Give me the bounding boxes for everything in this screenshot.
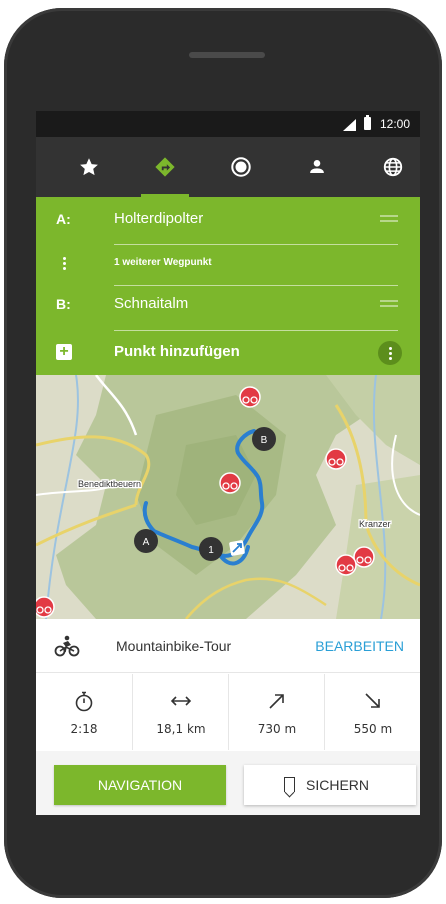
stat-distance: 18,1 km — [132, 674, 228, 750]
stat-ascent: 730 m — [228, 674, 324, 750]
mountainbike-icon — [54, 635, 80, 657]
drag-handle-icon[interactable] — [380, 215, 398, 222]
tour-type: Mountainbike-Tour — [116, 638, 232, 654]
end-point[interactable]: Schnaitalm — [114, 286, 188, 322]
poi-marker[interactable] — [353, 546, 375, 568]
route-marker-b[interactable]: B — [252, 427, 276, 451]
status-time: 12:00 — [380, 117, 411, 131]
save-label: SICHERN — [306, 777, 370, 793]
poi-marker[interactable] — [36, 596, 55, 618]
svg-text:B: B — [261, 435, 268, 446]
tour-header: Mountainbike-Tour BEARBEITEN — [36, 619, 420, 673]
map-view[interactable]: Benediktbeuern Kranzer A 1 B — [36, 375, 420, 619]
target-icon — [231, 157, 251, 177]
ascent-value: 730 m — [257, 722, 297, 736]
tour-stats: 2:18 18,1 km 730 m 550 m — [36, 674, 420, 750]
poi-marker[interactable] — [219, 472, 241, 494]
tab-tracking[interactable] — [203, 137, 279, 197]
distance-icon — [170, 696, 192, 706]
edit-button[interactable]: BEARBEITEN — [315, 619, 404, 673]
add-point-row[interactable]: + Punkt hinzufügen — [36, 334, 420, 370]
tour-card: Mountainbike-Tour BEARBEITEN 2:18 18,1 k… — [36, 619, 420, 815]
tab-explore[interactable] — [355, 137, 420, 197]
navigation-button[interactable]: NAVIGATION — [54, 765, 226, 805]
descent-value: 550 m — [353, 722, 393, 736]
drag-handle-icon[interactable] — [380, 300, 398, 307]
route-waypoint-row[interactable]: 1 weiterer Wegpunkt — [36, 245, 420, 281]
svg-text:1: 1 — [208, 545, 214, 556]
waypoints-icon — [63, 257, 67, 271]
route-panel: A: Holterdipolter 1 weiterer Wegpunkt B:… — [36, 197, 420, 375]
more-options-icon[interactable] — [378, 341, 402, 365]
waypoint-count: 1 weiterer Wegpunkt — [114, 257, 212, 268]
divider — [114, 330, 398, 331]
direction-arrow-icon — [229, 540, 245, 556]
route-marker-waypoint[interactable]: 1 — [199, 537, 223, 561]
tab-bar — [36, 137, 420, 197]
phone-speaker — [189, 52, 265, 58]
signal-icon — [343, 119, 356, 131]
route-icon — [155, 157, 175, 177]
tab-favorites[interactable] — [51, 137, 127, 197]
start-point[interactable]: Holterdipolter — [114, 201, 203, 237]
plus-icon: + — [56, 344, 72, 360]
route-start-row[interactable]: A: Holterdipolter — [36, 201, 420, 237]
add-point-button[interactable]: Punkt hinzufügen — [114, 334, 240, 370]
poi-marker[interactable] — [239, 386, 261, 408]
place-label-benediktbeuern: Benediktbeuern — [78, 479, 141, 489]
star-icon — [80, 158, 98, 176]
person-icon — [310, 160, 324, 173]
tab-profile[interactable] — [279, 137, 355, 197]
stat-descent: 550 m — [324, 674, 420, 750]
distance-value: 18,1 km — [156, 722, 206, 736]
map-canvas[interactable]: Benediktbeuern Kranzer A 1 B — [36, 375, 420, 619]
duration-value: 2:18 — [70, 722, 98, 736]
tab-route-planner[interactable] — [127, 137, 203, 197]
save-button[interactable]: SICHERN — [244, 765, 416, 805]
end-key: B: — [56, 296, 71, 312]
poi-marker[interactable] — [325, 448, 347, 470]
ascent-icon — [269, 694, 284, 709]
route-end-row[interactable]: B: Schnaitalm — [36, 286, 420, 322]
stat-duration: 2:18 — [36, 674, 132, 750]
battery-icon — [364, 115, 371, 130]
app-screen: 12:00 A: Holterdipolter 1 weiterer Wegpu… — [36, 111, 420, 815]
svg-text:A: A — [143, 537, 150, 548]
poi-marker[interactable] — [335, 554, 357, 576]
route-marker-a[interactable]: A — [134, 529, 158, 553]
bookmark-icon — [284, 777, 295, 792]
globe-icon — [383, 157, 403, 177]
status-bar: 12:00 — [36, 111, 420, 137]
phone-frame: 12:00 A: Holterdipolter 1 weiterer Wegpu… — [4, 8, 442, 898]
descent-icon — [365, 693, 380, 708]
start-key: A: — [56, 211, 71, 227]
action-bar: NAVIGATION SICHERN — [36, 751, 420, 815]
place-label-kranzer: Kranzer — [359, 519, 391, 529]
stopwatch-icon — [75, 691, 93, 712]
